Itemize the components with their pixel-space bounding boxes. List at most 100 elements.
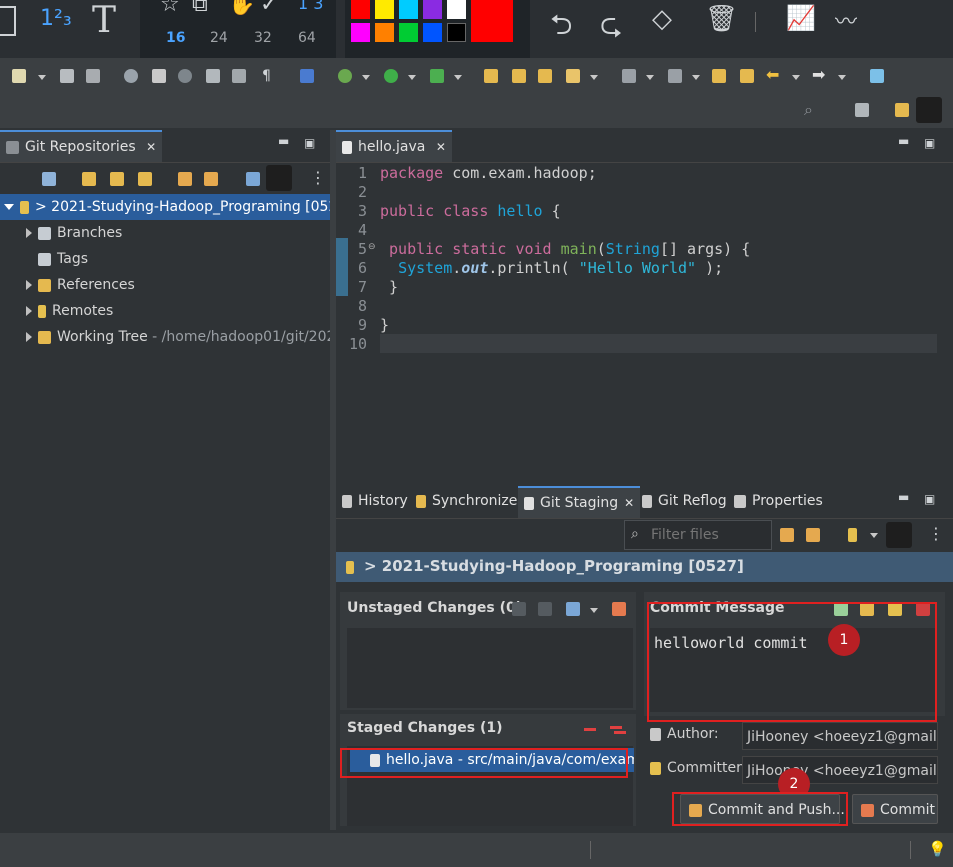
tool-icon-a[interactable]: [124, 69, 138, 83]
run-ext-icon[interactable]: [430, 69, 444, 83]
color-white[interactable]: [447, 0, 466, 19]
color-magenta[interactable]: [351, 23, 370, 42]
expand-icon[interactable]: [26, 306, 32, 316]
expand-icon[interactable]: [26, 280, 32, 290]
tab-synchronize[interactable]: Synchronize: [410, 486, 523, 516]
close-icon[interactable]: ✕: [436, 140, 446, 154]
unstage-icon[interactable]: [584, 728, 596, 731]
repo-select-icon[interactable]: [848, 528, 857, 542]
open-type-icon[interactable]: [484, 69, 498, 83]
color-purple[interactable]: [423, 0, 442, 19]
clone-repo-icon[interactable]: [110, 172, 124, 186]
star-icon[interactable]: ☆: [160, 0, 180, 17]
unstage-all-icon[interactable]: [610, 726, 622, 729]
tool-icon-f[interactable]: [300, 69, 314, 83]
color-orange[interactable]: [375, 23, 394, 42]
maximize-icon[interactable]: ▣: [924, 492, 935, 506]
view-menu-icon[interactable]: ⋮: [928, 524, 944, 543]
search-icon[interactable]: ⌕: [804, 100, 813, 120]
trash-icon[interactable]: 🗑: [705, 4, 738, 34]
shape-icon[interactable]: ⧉: [192, 0, 208, 17]
tab-hello-java[interactable]: hello.java ✕: [336, 130, 452, 162]
tab-git-repositories[interactable]: Git Repositories ✕: [0, 130, 163, 162]
commit-button[interactable]: Commit: [852, 794, 938, 824]
color-yellow[interactable]: [375, 0, 394, 19]
color-green[interactable]: [399, 23, 418, 42]
hand-icon[interactable]: ✋: [228, 0, 255, 17]
view-menu-icon[interactable]: ⋮: [310, 168, 326, 187]
link-editor-icon[interactable]: [266, 165, 292, 191]
code-line-6[interactable]: System.out.println( "Hello World" );: [380, 259, 723, 277]
expand-icon[interactable]: [26, 228, 32, 238]
stage-icon[interactable]: [512, 602, 526, 616]
java-perspective-icon[interactable]: [895, 103, 909, 117]
size-64[interactable]: 64: [298, 30, 316, 46]
color-black[interactable]: [447, 23, 466, 42]
close-icon[interactable]: ✕: [624, 496, 634, 510]
whiteboard-icon[interactable]: 📈: [786, 4, 816, 32]
save-all-icon[interactable]: [86, 69, 100, 83]
fold-icon[interactable]: ⊖: [368, 242, 376, 252]
text-tool[interactable]: T: [92, 0, 116, 41]
new-window-icon[interactable]: [870, 69, 884, 83]
tree-item-remotes[interactable]: Remotes: [0, 298, 113, 324]
minimize-icon[interactable]: ▬: [898, 134, 909, 148]
forward-icon[interactable]: ➡: [812, 65, 825, 84]
tool-icon-e[interactable]: [232, 69, 246, 83]
size-24[interactable]: 24: [210, 30, 228, 46]
color-blue[interactable]: [423, 23, 442, 42]
eraser-icon[interactable]: ◇: [652, 4, 672, 34]
tip-icon[interactable]: 💡: [928, 840, 947, 858]
link-icon[interactable]: [204, 172, 218, 186]
refresh-icon[interactable]: [178, 172, 192, 186]
open-resource-icon[interactable]: [538, 69, 552, 83]
create-repo-icon[interactable]: [138, 172, 152, 186]
laser-pointer-icon[interactable]: 〰: [835, 4, 857, 36]
maximize-icon[interactable]: ▣: [924, 136, 935, 150]
expand-icon[interactable]: [4, 204, 14, 210]
undo-icon[interactable]: ⮌: [550, 4, 572, 52]
rectangle-icon[interactable]: [0, 6, 16, 36]
tree-item-branches[interactable]: Branches: [0, 220, 122, 246]
refresh-icon[interactable]: [780, 528, 794, 542]
numbering-tool[interactable]: 1²₃: [40, 6, 72, 31]
git-perspective-icon[interactable]: [916, 97, 942, 123]
tab-git-reflog[interactable]: Git Reflog: [636, 486, 733, 516]
color-red[interactable]: [351, 0, 370, 19]
annotation-icon[interactable]: [622, 69, 636, 83]
code-line-7[interactable]: }: [380, 278, 398, 296]
add-repo-icon[interactable]: [82, 172, 96, 186]
color-cyan[interactable]: [399, 0, 418, 19]
unstaged-list[interactable]: [347, 628, 633, 708]
pen-icon[interactable]: [566, 69, 580, 83]
tree-item-tags[interactable]: Tags: [0, 246, 88, 272]
close-icon[interactable]: ✕: [146, 140, 156, 154]
tab-history[interactable]: History: [336, 486, 414, 516]
tool-icon-d[interactable]: [206, 69, 220, 83]
tree-icon[interactable]: [246, 172, 260, 186]
open-folder-icon[interactable]: [512, 69, 526, 83]
tab-git-staging[interactable]: Git Staging ✕: [518, 486, 641, 518]
open-perspective-icon[interactable]: [855, 103, 869, 117]
committer-field[interactable]: JiHooney <hoeeyz1@gmail.co: [742, 756, 938, 784]
back-icon[interactable]: ⬅: [766, 65, 779, 84]
expand-icon[interactable]: [26, 332, 32, 342]
layout-icon[interactable]: [886, 522, 912, 548]
tree-item-references[interactable]: References: [0, 272, 135, 298]
tool-icon-c[interactable]: [178, 69, 192, 83]
check-icon[interactable]: ✓: [260, 0, 278, 17]
forward-edit-icon[interactable]: [740, 69, 754, 83]
maximize-icon[interactable]: ▣: [304, 136, 315, 150]
save-icon[interactable]: [60, 69, 74, 83]
code-line-9[interactable]: }: [380, 316, 389, 334]
repo-row[interactable]: > 2021-Studying-Hadoop_Programing [0527]: [0, 194, 352, 220]
tree-item-working-tree[interactable]: Working Tree - /home/hadoop01/git/2021-: [0, 324, 330, 350]
filter-files-input[interactable]: [649, 524, 771, 546]
back-edit-icon[interactable]: [712, 69, 726, 83]
collapse-icon[interactable]: [42, 172, 56, 186]
numbered-icon[interactable]: 1 3: [298, 0, 323, 13]
size-16[interactable]: 16: [166, 30, 185, 46]
annotation-next-icon[interactable]: [668, 69, 682, 83]
minimize-icon[interactable]: ▬: [278, 134, 289, 148]
size-32[interactable]: 32: [254, 30, 272, 46]
